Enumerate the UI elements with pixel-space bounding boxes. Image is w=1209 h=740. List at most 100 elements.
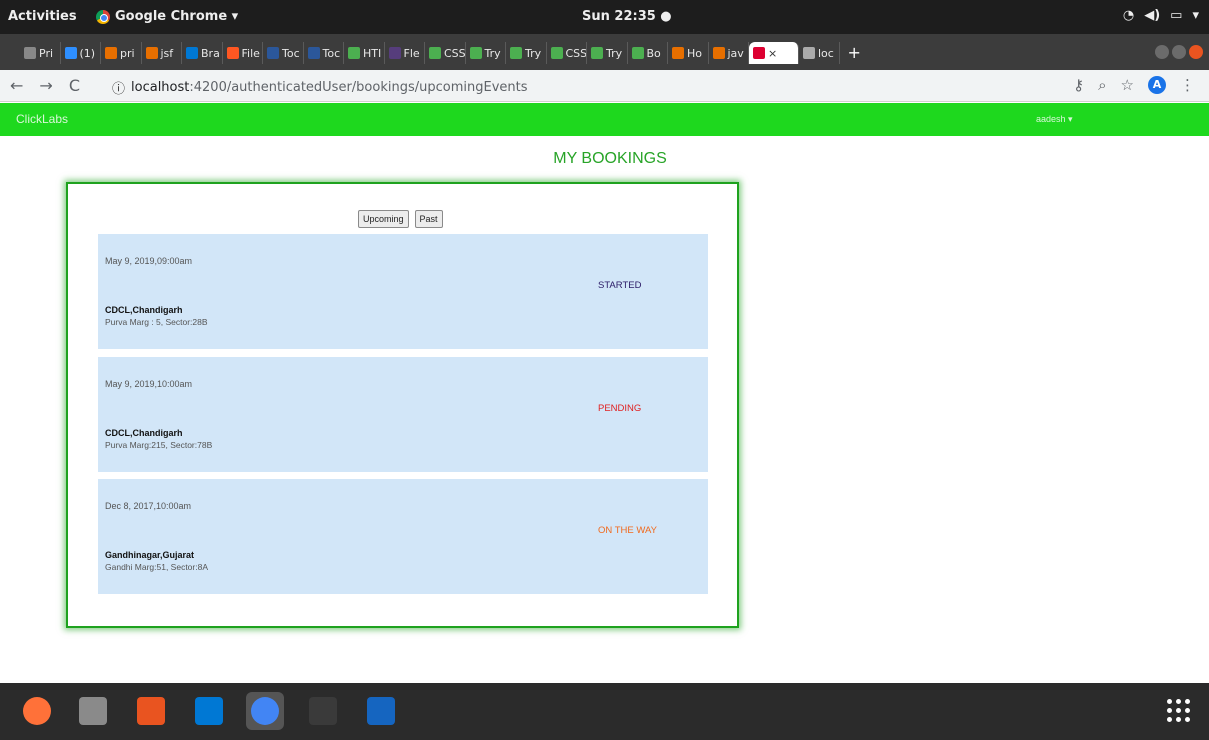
booking-location-name: CDCL,Chandigarh [105,305,183,315]
booking-status: ON THE WAY [598,525,657,536]
nav-buttons: ← → C [10,76,80,95]
browser-toolbar: ← → C ⓘ localhost:4200/authenticatedUser… [0,70,1209,102]
close-window-button[interactable] [1189,45,1203,59]
browser-tab[interactable]: Toc [304,42,344,64]
bootstrap-icon [388,47,401,59]
w3-icon [469,47,482,59]
clock[interactable]: Sun 22:35 ● [582,9,672,24]
app-menu[interactable]: Google Chrome ▾ [96,9,238,24]
browser-tab[interactable]: jav [709,42,749,64]
browser-tab[interactable]: HTI [344,42,385,64]
bookmark-star-icon[interactable]: ☆ [1121,76,1134,94]
browser-tab[interactable]: Ho [668,42,709,64]
booking-item[interactable]: May 9, 2019,10:00am CDCL,Chandigarh Purva … [98,357,708,472]
menu-caret-icon: ▾ [1192,8,1199,23]
toolbar-actions: ⚷ ⌕ ☆ A ⋮ [1073,76,1195,94]
forward-icon[interactable]: → [39,76,52,95]
browser-tab[interactable]: jsf [142,42,182,64]
chrome-icon[interactable] [246,692,284,730]
tab-label: CSS [565,46,587,60]
browser-tab[interactable]: Pri [20,42,61,64]
firefox-icon[interactable] [18,692,56,730]
system-tray[interactable]: ◔ ◀) ▭ ▾ [1123,8,1199,23]
new-tab-button[interactable]: + [848,42,861,64]
azure-icon [186,47,198,59]
terminal-icon[interactable] [304,692,342,730]
w3-icon [429,47,441,59]
tab-label: Fle [403,46,420,60]
key-icon[interactable]: ⚷ [1073,76,1084,94]
activities-button[interactable]: Activities [8,9,77,24]
minimize-button[interactable] [1155,45,1169,59]
back-icon[interactable]: ← [10,76,23,95]
booking-item[interactable]: May 9, 2019,09:00am CDCL,Chandigarh Purva … [98,234,708,349]
software-center-icon[interactable] [132,692,170,730]
chat-icon [64,47,77,59]
past-button[interactable]: Past [414,210,443,228]
tab-label: Toc [322,46,341,60]
browser-tabstrip: Pri (1) pri jsf Bra File Toc Toc HTI Fle CSS Try Try… [0,34,1209,70]
tab-label: jsf [160,46,174,60]
booking-location-name: CDCL,Chandigarh [105,428,183,438]
w3-icon [591,47,603,59]
upcoming-button[interactable]: Upcoming [358,210,409,228]
w3-icon [348,47,360,59]
browser-tab[interactable]: loc [799,42,840,64]
volume-icon: ◀) [1144,8,1161,23]
browser-tab[interactable]: Try [506,42,547,64]
files-icon[interactable] [74,692,112,730]
browser-tab[interactable]: Bo [628,42,668,64]
page-icon [803,47,815,59]
browser-tab[interactable]: Try [466,42,506,64]
booking-status: PENDING [598,403,642,414]
system-top-bar: Activities Google Chrome ▾ Sun 22:35 ● ◔… [0,0,1209,34]
tab-label: Try [484,46,501,60]
address-bar[interactable]: ⓘ localhost:4200/authenticatedUser/booki… [112,78,528,97]
tab-label: Bra [201,46,220,60]
browser-tab[interactable]: pri [101,42,142,64]
booking-status: STARTED [598,280,642,291]
battery-icon: ▭ [1170,8,1183,23]
zoom-icon[interactable]: ⌕ [1098,76,1106,94]
tab-label: CSS [444,46,466,60]
booking-date: Dec 8, 2017,10:00am [105,501,192,511]
browser-tab[interactable]: × [749,42,799,64]
browser-tab[interactable]: CSS [547,42,587,64]
browser-tab[interactable]: CSS [425,42,466,64]
window-controls [1155,45,1203,59]
user-dropdown[interactable]: aadesh ▾ [1036,114,1073,125]
maximize-button[interactable] [1172,45,1186,59]
angular-icon [753,47,765,59]
profile-avatar[interactable]: A [1148,76,1166,94]
tab-list: Pri (1) pri jsf Bra File Toc Toc HTI Fle CSS Try Try… [20,42,861,64]
url-host: localhost [131,80,190,95]
show-applications-icon[interactable] [1167,699,1191,723]
reload-icon[interactable]: C [69,76,80,95]
tab-label: File [241,46,260,60]
w3-icon [510,47,522,59]
booking-tabs: Upcoming Past [358,210,443,228]
browser-tab[interactable]: Bra [182,42,223,64]
tab-label: × [768,46,778,60]
info-icon[interactable]: ⓘ [112,78,125,97]
terminal-icon [307,47,320,59]
vscode-icon[interactable] [190,692,228,730]
tab-label: Bo [646,46,661,60]
menu-kebab-icon[interactable]: ⋮ [1180,76,1195,94]
w3-icon [631,47,644,59]
tab-label: Try [606,46,623,60]
tab-label: loc [818,46,834,60]
tab-label: pri [120,46,135,60]
booking-address: Gandhi Marg:51, Sector:8A [105,562,209,572]
brand-link[interactable]: ClickLabs [16,112,68,126]
browser-tab[interactable]: Try [587,42,628,64]
browser-tab[interactable]: Toc [263,42,304,64]
browser-tab[interactable]: Fle [385,42,425,64]
tab-label: (1) [79,46,96,60]
java-icon [672,47,684,59]
tab-label: Pri [39,46,54,60]
text-editor-icon[interactable] [362,692,400,730]
browser-tab[interactable]: File [223,42,263,64]
browser-tab[interactable]: (1) [61,42,101,64]
booking-item[interactable]: Dec 8, 2017,10:00am Gandhinagar,Gujarat Ga… [98,479,708,594]
